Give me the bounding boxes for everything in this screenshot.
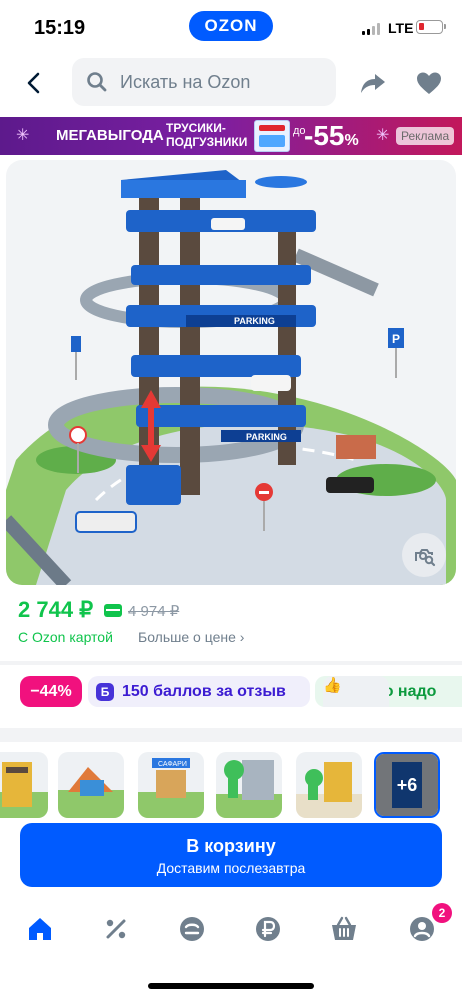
share-icon: [361, 74, 385, 93]
tab-sales[interactable]: [92, 909, 140, 949]
ozon-card-row: С Ozon картой Больше о цене ›: [18, 629, 448, 651]
review-points-badge[interactable]: Б 150 баллов за отзыв: [88, 676, 310, 707]
parking-garage-toy-image: PARKING PARKING P: [6, 170, 456, 585]
tab-cart[interactable]: [320, 909, 368, 949]
percent-icon: [106, 919, 126, 939]
ad-product: ТРУСИКИ- ПОДГУЗНИКИ: [166, 121, 247, 149]
search-box[interactable]: [72, 58, 336, 106]
home-icon: [29, 918, 51, 940]
chevron-left-icon: [27, 72, 40, 94]
add-to-cart-button[interactable]: В корзину Доставим послезавтра: [20, 823, 442, 887]
ad-product-line1: ТРУСИКИ-: [166, 121, 226, 135]
points-icon: Б: [96, 682, 114, 701]
tab-home[interactable]: [16, 909, 64, 949]
ad-product-line2: ПОДГУЗНИКИ: [166, 135, 248, 149]
add-to-cart-label: В корзину: [186, 836, 276, 856]
variant-thumbnails: САФАРИ +6: [0, 752, 462, 822]
thumbs-up-icon: 👍: [323, 676, 389, 707]
section-divider: [0, 728, 462, 742]
thumbnail[interactable]: [216, 752, 282, 818]
good-price-badge[interactable]: 👍 Цена что надо: [315, 676, 462, 707]
price-row: 2 744 ₽ 4 974 ₽: [18, 597, 448, 627]
old-price: 4 974 ₽: [128, 603, 180, 620]
tab-finance[interactable]: [244, 909, 292, 949]
more-price-label: Больше о цене: [138, 629, 236, 645]
visual-search-icon: [415, 549, 436, 567]
search-icon: [87, 72, 107, 92]
favorite-button[interactable]: [414, 68, 444, 98]
signal-icon: [362, 23, 382, 35]
discount-badge: −44%: [20, 676, 82, 707]
battery-icon: [416, 20, 446, 34]
catalog-icon: [180, 917, 204, 941]
thumbnail[interactable]: САФАРИ: [138, 752, 204, 818]
notification-count-badge: 2: [432, 903, 452, 923]
svg-text:P: P: [392, 332, 400, 346]
product-image[interactable]: PARKING PARKING P: [6, 160, 456, 585]
badges-row: −44% Б 150 баллов за отзыв 👍 Цена что на…: [20, 676, 462, 708]
review-points-label: 150 баллов за отзыв: [122, 682, 286, 700]
search-row: [0, 56, 462, 112]
status-time: 15:19: [34, 17, 86, 39]
ozon-card-link[interactable]: С Ozon картой: [18, 629, 113, 645]
profile-icon: [410, 917, 434, 941]
tab-catalog[interactable]: [168, 909, 216, 949]
section-divider: [0, 661, 462, 665]
more-price-link[interactable]: Больше о цене ›: [138, 629, 244, 645]
back-button[interactable]: [20, 69, 48, 97]
ad-label[interactable]: Реклама: [396, 127, 455, 145]
ozon-logo: OZON: [189, 11, 273, 41]
product-page: 15:19 OZON LTE ✳ ✳ МЕГАВЫГОДА Т: [0, 0, 462, 1000]
thumbnail[interactable]: [296, 752, 362, 818]
svg-text:PARKING: PARKING: [246, 432, 287, 442]
share-button[interactable]: [358, 68, 388, 98]
basket-icon: [332, 916, 356, 940]
ruble-icon: [256, 917, 280, 941]
home-indicator: [148, 983, 314, 989]
delivery-date: Доставим послезавтра: [156, 860, 306, 876]
heart-icon: [417, 72, 441, 94]
price-with-card: 2 744 ₽: [18, 597, 94, 622]
ad-discount-unit: %: [344, 132, 359, 149]
ad-discount: -55%: [304, 120, 359, 155]
more-thumbnails-count: +6: [376, 754, 438, 816]
search-input[interactable]: [120, 58, 330, 106]
svg-text:САФАРИ: САФАРИ: [158, 761, 187, 768]
status-bar: 15:19 OZON LTE: [0, 0, 462, 56]
snowflake-icon: ✳: [376, 127, 390, 144]
diaper-pack-image: [254, 120, 290, 152]
thumbnail[interactable]: [58, 752, 124, 818]
thumbnail[interactable]: [0, 752, 48, 818]
snowflake-icon: ✳: [16, 127, 30, 144]
ad-banner[interactable]: ✳ ✳ МЕГАВЫГОДА ТРУСИКИ- ПОДГУЗНИКИ до -5…: [0, 117, 462, 155]
visual-search-button[interactable]: [402, 533, 446, 577]
chevron-right-icon: ›: [239, 629, 245, 645]
thumbnail-selected[interactable]: +6: [374, 752, 440, 818]
ozon-card-icon: [104, 604, 122, 617]
ad-discount-value: -55: [304, 120, 345, 151]
network-label: LTE: [388, 20, 414, 36]
ad-title: МЕГАВЫГОДА: [56, 127, 164, 144]
svg-text:PARKING: PARKING: [234, 316, 275, 326]
